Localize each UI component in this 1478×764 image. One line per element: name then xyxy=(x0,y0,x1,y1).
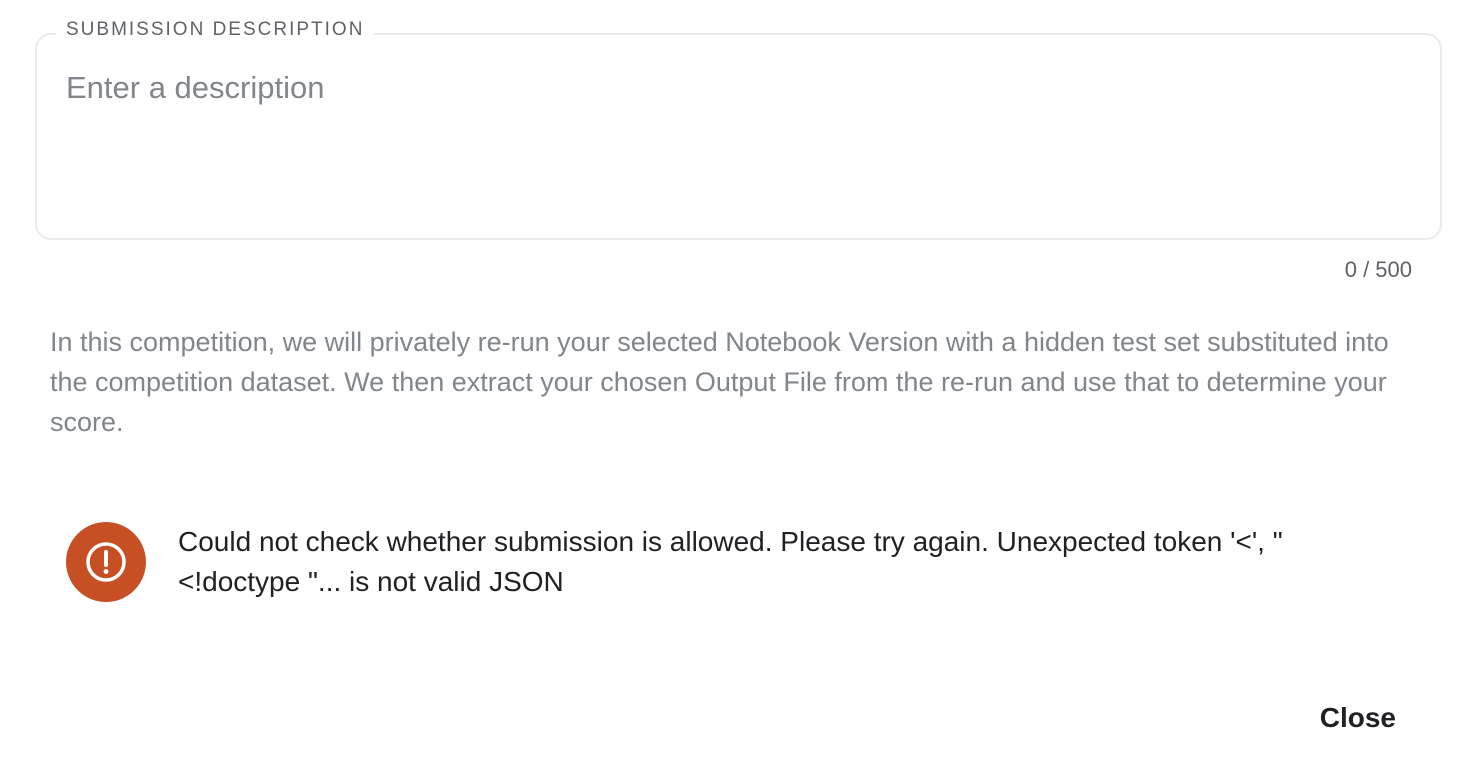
error-message: Could not check whether submission is al… xyxy=(178,526,1283,597)
competition-info-text: In this competition, we will privately r… xyxy=(50,327,1389,437)
submission-description-input[interactable] xyxy=(66,66,1416,216)
close-button[interactable]: Close xyxy=(1298,696,1418,740)
submission-description-label: SUBMISSION DESCRIPTION xyxy=(56,19,375,41)
error-alert: Could not check whether submission is al… xyxy=(66,522,1426,602)
character-counter: 0 / 500 xyxy=(1344,257,1412,282)
alert-circle-icon xyxy=(66,522,146,602)
